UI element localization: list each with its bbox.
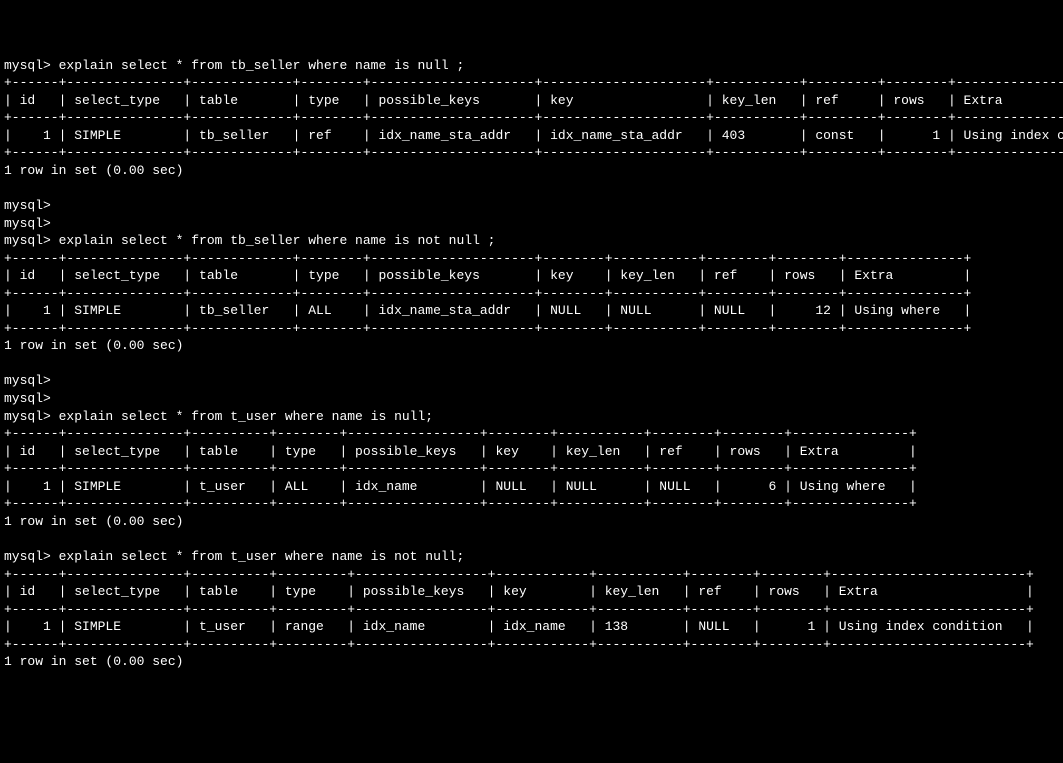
empty-prompt-line: mysql> [4,391,51,406]
table-row-line: | id | select_type | table | type | poss… [4,93,1063,108]
table-separator-line: +------+---------------+-------------+--… [4,145,1063,160]
table-separator-line: +------+---------------+-------------+--… [4,286,971,301]
table-separator-line: +------+---------------+-------------+--… [4,75,1063,90]
table-row-line: | id | select_type | table | type | poss… [4,444,917,459]
table-row-line: | 1 | SIMPLE | tb_seller | ref | idx_nam… [4,128,1063,143]
table-row-line: | 1 | SIMPLE | tb_seller | ALL | idx_nam… [4,303,971,318]
table-row-line: | id | select_type | table | type | poss… [4,584,1034,599]
table-separator-line: +------+---------------+----------+-----… [4,567,1034,582]
table-separator-line: +------+---------------+-------------+--… [4,321,971,336]
result-footer-line: 1 row in set (0.00 sec) [4,654,183,669]
result-footer-line: 1 row in set (0.00 sec) [4,163,183,178]
table-separator-line: +------+---------------+-------------+--… [4,251,971,266]
sql-prompt-line: mysql> explain select * from tb_seller w… [4,233,495,248]
table-separator-line: +------+---------------+----------+-----… [4,461,917,476]
sql-prompt-line: mysql> explain select * from t_user wher… [4,549,464,564]
table-separator-line: +------+---------------+----------+-----… [4,496,917,511]
result-footer-line: 1 row in set (0.00 sec) [4,338,183,353]
table-separator-line: +------+---------------+----------+-----… [4,426,917,441]
sql-prompt-line: mysql> explain select * from t_user wher… [4,409,433,424]
table-separator-line: +------+---------------+----------+-----… [4,637,1034,652]
result-footer-line: 1 row in set (0.00 sec) [4,514,183,529]
table-separator-line: +------+---------------+----------+-----… [4,602,1034,617]
table-separator-line: +------+---------------+-------------+--… [4,110,1063,125]
table-row-line: | 1 | SIMPLE | t_user | ALL | idx_name |… [4,479,917,494]
sql-prompt-line: mysql> explain select * from tb_seller w… [4,58,464,73]
empty-prompt-line: mysql> [4,216,51,231]
table-row-line: | id | select_type | table | type | poss… [4,268,971,283]
table-row-line: | 1 | SIMPLE | t_user | range | idx_name… [4,619,1034,634]
empty-prompt-line: mysql> [4,373,51,388]
terminal-output[interactable]: mysql> explain select * from tb_seller w… [4,57,1063,689]
empty-prompt-line: mysql> [4,198,51,213]
